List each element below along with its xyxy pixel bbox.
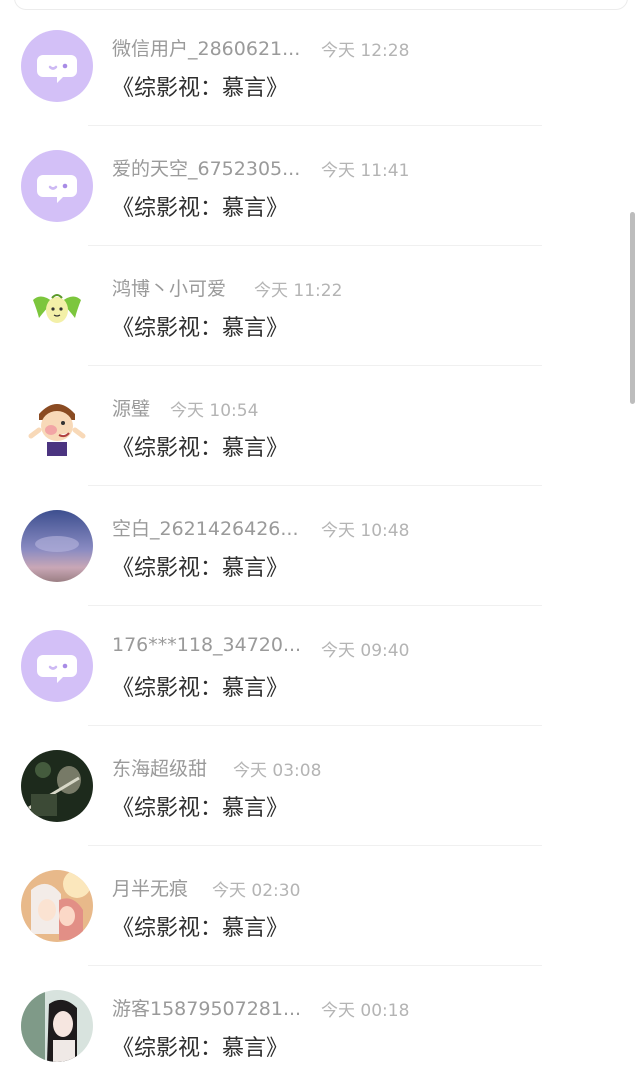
commenter-name[interactable]: 爱的天空_6752305... [112, 154, 300, 181]
comment-time: 今天 12:28 [321, 41, 410, 61]
list-item[interactable]: 东海超级甜 今天 03:08 《综影视：慕言》 [0, 720, 640, 846]
comment-message: 《综影视：慕言》 [112, 916, 289, 941]
commenter-name[interactable]: 源璧 [112, 394, 150, 421]
comment-time: 今天 03:08 [233, 761, 322, 781]
list-item[interactable]: 176***118_34720... 今天 09:40 《综影视：慕言》 [0, 600, 640, 726]
list-item[interactable]: 源璧 今天 10:54 《综影视：慕言》 [0, 360, 640, 486]
comment-time: 今天 09:40 [321, 641, 410, 661]
comment-time: 今天 11:41 [321, 161, 410, 181]
comment-time: 今天 10:48 [321, 521, 410, 541]
commenter-name[interactable]: 鸿博丶小可爱 [112, 274, 226, 301]
comment-time: 今天 00:18 [321, 1001, 410, 1021]
scrollbar[interactable] [630, 212, 635, 404]
chat-bubble-avatar[interactable] [21, 150, 93, 222]
comment-message: 《综影视：慕言》 [112, 796, 289, 821]
comment-message: 《综影视：慕言》 [112, 76, 289, 101]
comment-message: 《综影视：慕言》 [112, 436, 289, 461]
commenter-name[interactable]: 176***118_34720... [112, 634, 301, 656]
girl-photo-avatar[interactable] [21, 990, 93, 1062]
commenter-name[interactable]: 月半无痕 [112, 874, 188, 901]
commenter-name[interactable]: 东海超级甜 [112, 754, 207, 781]
comment-message: 《综影视：慕言》 [112, 316, 289, 341]
chat-bubble-avatar[interactable] [21, 30, 93, 102]
comment-message: 《综影视：慕言》 [112, 556, 289, 581]
comment-list-page: 微信用户_2860621... 今天 12:28 《综影视：慕言》 爱的天空_6… [0, 0, 640, 1082]
comment-message: 《综影视：慕言》 [112, 1036, 289, 1061]
comment-message: 《综影视：慕言》 [112, 196, 289, 221]
cartoon-boy-avatar[interactable] [21, 390, 93, 462]
anime-couple-avatar[interactable] [21, 870, 93, 942]
dark-photo-avatar[interactable] [21, 750, 93, 822]
list-item[interactable]: 爱的天空_6752305... 今天 11:41 《综影视：慕言》 [0, 120, 640, 246]
list-item[interactable]: 微信用户_2860621... 今天 12:28 《综影视：慕言》 [0, 0, 640, 126]
leaf-sprout-avatar[interactable] [21, 270, 93, 342]
comment-time: 今天 02:30 [212, 881, 301, 901]
comment-time: 今天 11:22 [254, 281, 343, 301]
commenter-name[interactable]: 微信用户_2860621... [112, 34, 300, 61]
chat-bubble-avatar[interactable] [21, 630, 93, 702]
comment-time: 今天 10:54 [170, 401, 259, 421]
list-item[interactable]: 空白_2621426426... 今天 10:48 《综影视：慕言》 [0, 480, 640, 606]
commenter-name[interactable]: 空白_2621426426... [112, 514, 299, 541]
list-item[interactable]: 鸿博丶小可爱 今天 11:22 《综影视：慕言》 [0, 240, 640, 366]
sky-photo-avatar[interactable] [21, 510, 93, 582]
comment-message: 《综影视：慕言》 [112, 676, 289, 701]
list-item[interactable]: 月半无痕 今天 02:30 《综影视：慕言》 [0, 840, 640, 966]
commenter-name[interactable]: 游客15879507281... [112, 994, 301, 1021]
list-item[interactable]: 游客15879507281... 今天 00:18 《综影视：慕言》 [0, 960, 640, 1080]
